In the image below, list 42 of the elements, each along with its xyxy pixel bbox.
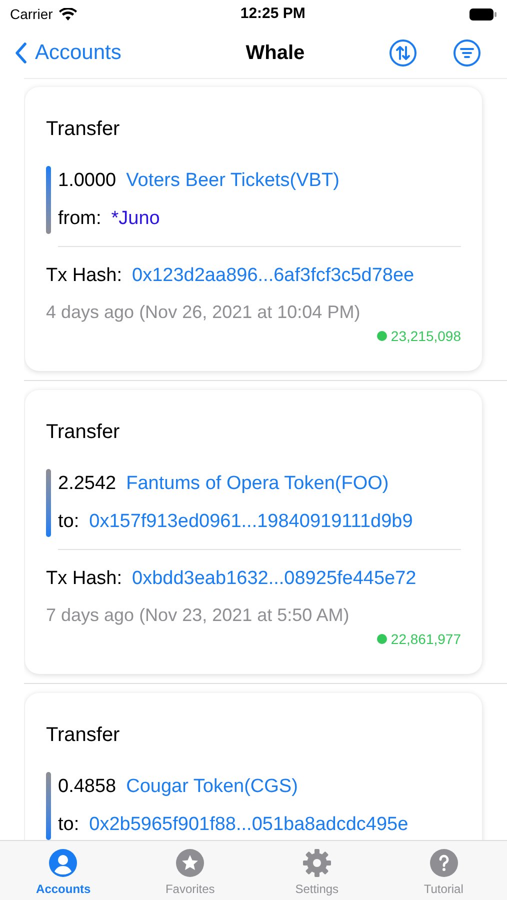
tab[interactable]: Settings bbox=[254, 841, 380, 900]
tab[interactable]: Accounts bbox=[0, 841, 127, 900]
person-icon bbox=[48, 848, 78, 878]
timestamp: 7 days ago (Nov 23, 2021 at 5:50 AM) bbox=[46, 604, 350, 627]
battery-icon bbox=[468, 8, 497, 20]
screen-title: Whale bbox=[246, 41, 305, 66]
transaction-type: Transfer bbox=[46, 117, 121, 141]
transaction-type: Transfer bbox=[46, 723, 121, 747]
block-number: 23,215,098 bbox=[390, 327, 461, 345]
transaction-card[interactable]: Transfer 1.0000 Voters Beer Tickets(VBT) from: *Juno Tx Hash: 0x123d2aa896...6af3fcf3c5d78ee 4 days ago (Nov 26, 2021 at 10:04 PM) 23,215,098 bbox=[25, 87, 482, 371]
hash-label: Tx Hash: bbox=[46, 264, 122, 288]
sort-icon[interactable] bbox=[389, 39, 417, 67]
clock: 12:25 PM bbox=[240, 4, 306, 24]
amount: 0.4858 bbox=[58, 775, 116, 799]
back-button[interactable]: Accounts bbox=[14, 37, 122, 69]
token-link[interactable]: Voters Beer Tickets(VBT) bbox=[126, 166, 340, 196]
amount: 2.2542 bbox=[58, 472, 116, 496]
amount: 1.0000 bbox=[58, 169, 116, 193]
tab[interactable]: Tutorial bbox=[380, 841, 507, 900]
gear-icon bbox=[302, 848, 332, 878]
token-link[interactable]: Fantums of Opera Token(FOO) bbox=[126, 469, 389, 499]
party-label: to: bbox=[58, 510, 80, 534]
wifi-icon bbox=[58, 8, 77, 20]
party-label: to: bbox=[58, 813, 80, 837]
filter-icon[interactable] bbox=[453, 39, 481, 67]
tab[interactable]: Favorites bbox=[126, 841, 254, 900]
token-link[interactable]: Cougar Token(CGS) bbox=[126, 772, 298, 802]
hash-link[interactable]: 0x123d2aa896...6af3fcf3c5d78ee bbox=[132, 261, 414, 291]
hash-label: Tx Hash: bbox=[46, 567, 122, 591]
transaction-card[interactable]: Transfer 0.4858 Cougar Token(CGS) to: 0x2b5965f901f88...051ba8adcdc495e bbox=[25, 693, 482, 840]
help-icon bbox=[428, 848, 459, 878]
transaction-card[interactable]: Transfer 2.2542 Fantums of Opera Token(FOO) to: 0x157f913ed0961...19840919111d9b9 Tx Hash: 0xbdd3eab1632...08925fe445e72 7 days ago (Nov 23, 2021 at 5:50 AM) 22,861,977 bbox=[25, 390, 482, 674]
hash-link[interactable]: 0xbdd3eab1632...08925fe445e72 bbox=[132, 564, 416, 594]
party-link[interactable]: 0x2b5965f901f88...051ba8adcdc495e bbox=[89, 810, 408, 840]
chevron-left-icon bbox=[14, 42, 27, 64]
carrier-label: Carrier bbox=[10, 4, 53, 24]
timestamp: 4 days ago (Nov 26, 2021 at 10:04 PM) bbox=[46, 301, 362, 324]
party-link[interactable]: *Juno bbox=[111, 204, 160, 234]
transaction-type: Transfer bbox=[46, 420, 121, 444]
block-number: 22,861,977 bbox=[390, 630, 461, 648]
party-link[interactable]: 0x157f913ed0961...19840919111d9b9 bbox=[89, 507, 413, 537]
party-label: from: bbox=[58, 207, 102, 231]
